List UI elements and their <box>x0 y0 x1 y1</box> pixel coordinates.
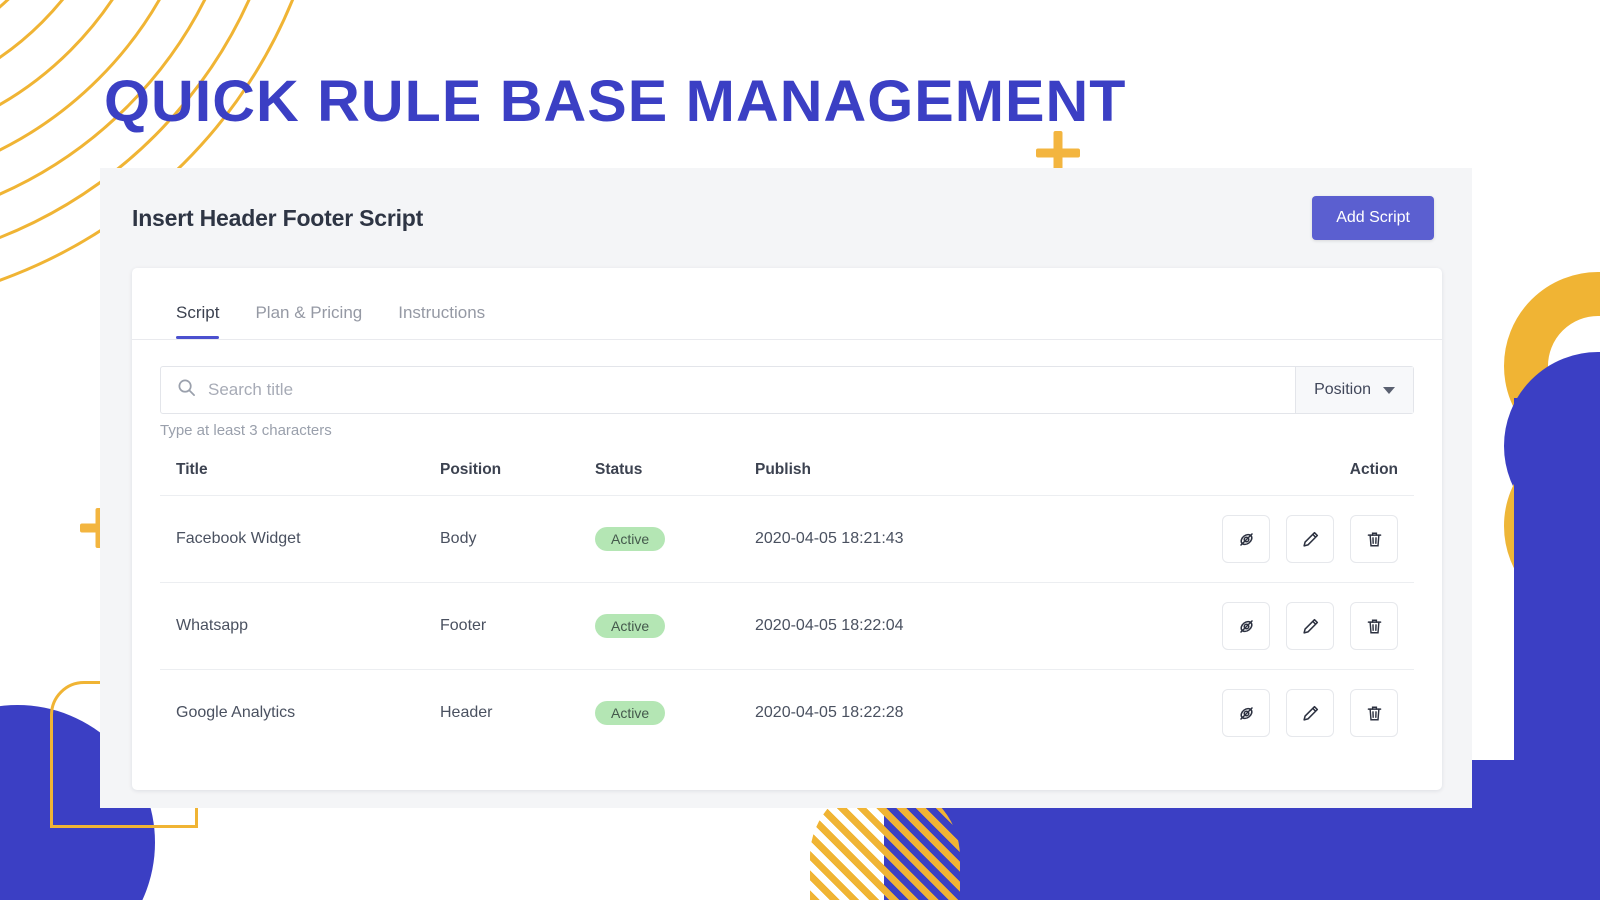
tab-script[interactable]: Script <box>158 303 237 339</box>
table-row: Google Analytics Header Active 2020-04-0… <box>160 669 1414 756</box>
action-group <box>1042 689 1414 737</box>
trash-icon <box>1365 617 1384 636</box>
tab-bar: Script Plan & Pricing Instructions <box>132 268 1442 340</box>
cell-action <box>1042 582 1414 670</box>
eye-off-icon <box>1237 530 1256 549</box>
column-header-title: Title <box>176 461 208 478</box>
table-row: Facebook Widget Body Active 2020-04-05 1… <box>160 495 1414 583</box>
status-badge: Active <box>595 614 666 638</box>
script-card: Script Plan & Pricing Instructions P <box>132 268 1442 790</box>
eye-off-icon <box>1237 617 1256 636</box>
cell-publish: 2020-04-05 18:22:28 <box>755 669 1043 756</box>
delete-script-button[interactable] <box>1350 515 1398 563</box>
blue-ring-decoration <box>1504 352 1600 540</box>
cell-position: Body <box>440 495 595 583</box>
cell-action <box>1042 669 1414 756</box>
add-script-button[interactable]: Add Script <box>1312 196 1434 240</box>
cell-publish: 2020-04-05 18:21:43 <box>755 495 1043 583</box>
cell-publish: 2020-04-05 18:22:04 <box>755 582 1043 670</box>
pencil-icon <box>1301 530 1320 549</box>
cell-title: Facebook Widget <box>160 495 440 583</box>
column-header-status: Status <box>595 461 643 478</box>
search-input[interactable] <box>208 380 1280 400</box>
search-icon <box>177 378 196 402</box>
delete-script-button[interactable] <box>1350 689 1398 737</box>
status-badge: Active <box>595 701 666 725</box>
chevron-down-icon <box>1383 386 1395 394</box>
action-group <box>1042 515 1414 563</box>
column-header-publish: Publish <box>755 461 811 478</box>
panel-header: Insert Header Footer Script Add Script <box>100 168 1472 262</box>
scripts-table: Title Position Status Publish Action Fac… <box>160 461 1414 756</box>
table-row: Whatsapp Footer Active 2020-04-05 18:22:… <box>160 582 1414 670</box>
action-group <box>1042 602 1414 650</box>
position-filter-dropdown[interactable]: Position <box>1295 367 1413 413</box>
cell-title: Whatsapp <box>160 582 440 670</box>
position-filter-label: Position <box>1314 381 1371 398</box>
cell-status: Active <box>595 495 755 583</box>
tab-plan-pricing[interactable]: Plan & Pricing <box>237 303 380 339</box>
edit-script-button[interactable] <box>1286 602 1334 650</box>
cell-status: Active <box>595 582 755 670</box>
hide-script-button[interactable] <box>1222 689 1270 737</box>
trash-icon <box>1365 530 1384 549</box>
edit-script-button[interactable] <box>1286 515 1334 563</box>
cell-status: Active <box>595 669 755 756</box>
hide-script-button[interactable] <box>1222 602 1270 650</box>
table-body: Facebook Widget Body Active 2020-04-05 1… <box>160 495 1414 756</box>
pencil-icon <box>1301 617 1320 636</box>
column-header-action: Action <box>1349 461 1398 478</box>
table-header-row: Title Position Status Publish Action <box>160 461 1414 496</box>
cell-title: Google Analytics <box>160 669 440 756</box>
search-row: Position <box>160 366 1414 414</box>
column-header-position: Position <box>440 461 502 478</box>
cell-action <box>1042 495 1414 583</box>
yellow-ring-decoration <box>1504 272 1600 460</box>
yellow-ring-lower-decoration <box>1504 432 1600 620</box>
page-title: QUICK RULE BASE MANAGEMENT <box>104 69 1127 134</box>
hide-script-button[interactable] <box>1222 515 1270 563</box>
main-panel: Insert Header Footer Script Add Script S… <box>100 168 1472 808</box>
cell-position: Header <box>440 669 595 756</box>
page-root: QUICK RULE BASE MANAGEMENT Insert Header… <box>0 0 1600 900</box>
delete-script-button[interactable] <box>1350 602 1398 650</box>
status-badge: Active <box>595 527 666 551</box>
search-hint: Type at least 3 characters <box>160 422 332 439</box>
tab-instructions[interactable]: Instructions <box>380 303 503 339</box>
pencil-icon <box>1301 704 1320 723</box>
cell-position: Footer <box>440 582 595 670</box>
trash-icon <box>1365 704 1384 723</box>
eye-off-icon <box>1237 704 1256 723</box>
blue-right-column-decoration <box>1514 398 1600 900</box>
search-field[interactable] <box>161 367 1295 413</box>
edit-script-button[interactable] <box>1286 689 1334 737</box>
table-head: Title Position Status Publish Action <box>160 461 1414 496</box>
panel-title: Insert Header Footer Script <box>132 204 424 231</box>
